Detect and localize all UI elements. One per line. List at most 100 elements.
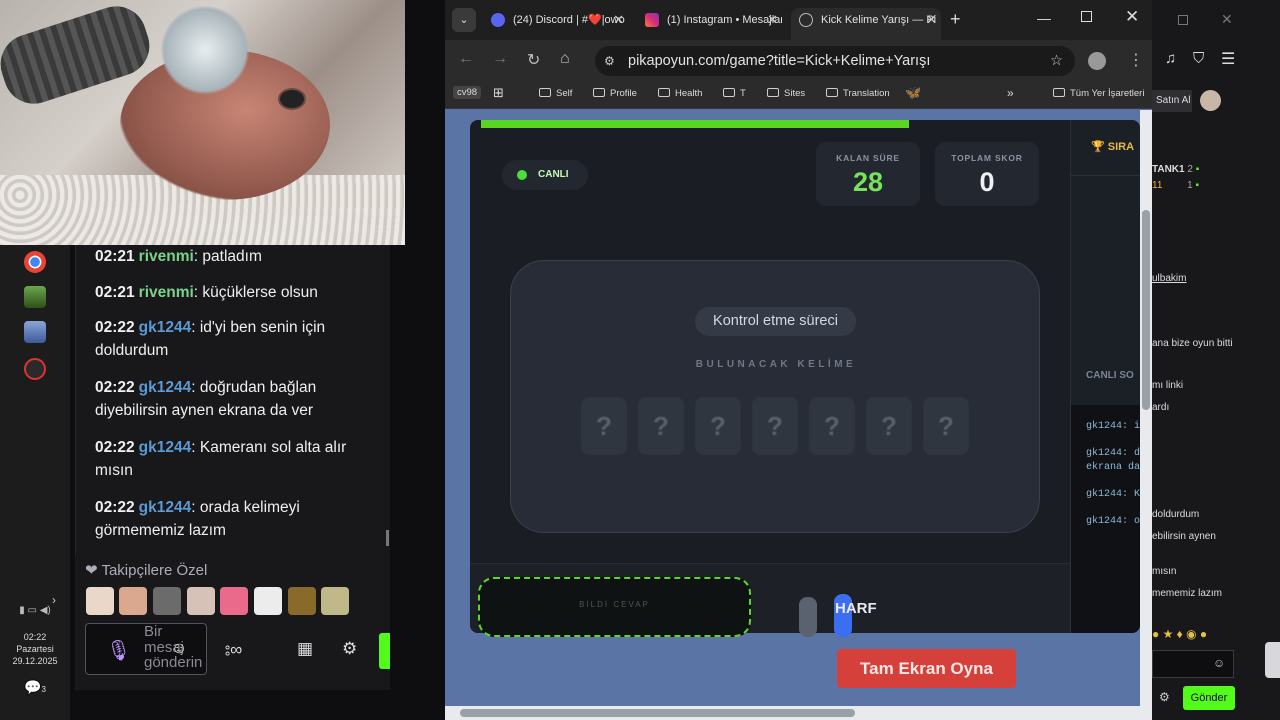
chat-message: 02:22 gk1244: doğrudan bağlan diyebilirsi…	[95, 379, 317, 419]
timer-progress-bar	[481, 120, 909, 128]
maximize-button[interactable]	[1178, 15, 1188, 25]
forward-icon[interactable]: →	[492, 50, 508, 68]
emote[interactable]	[187, 587, 215, 615]
bookmark-folder[interactable]: Sites	[767, 88, 805, 99]
new-tab-button[interactable]: +	[950, 9, 961, 30]
vertical-scrollbar[interactable]	[1140, 110, 1152, 708]
close-icon[interactable]: ✕	[613, 8, 624, 32]
harf-label: HARF	[835, 600, 877, 617]
chat-username[interactable]: rivenmi	[139, 248, 194, 265]
chevron-right-icon[interactable]: ›	[52, 593, 56, 607]
clock-time[interactable]: 02:22	[0, 631, 70, 643]
close-icon[interactable]: ✕	[926, 8, 937, 32]
chat-username[interactable]: rivenmi	[139, 284, 194, 301]
tab-search-button[interactable]: ⌄	[452, 8, 476, 32]
discord-icon	[491, 13, 505, 27]
scroll-thumb[interactable]	[1142, 210, 1150, 410]
more-bookmarks-icon[interactable]: »	[1007, 86, 1014, 100]
emote-row[interactable]: ● ★ ♦ ◉ ●	[1152, 627, 1207, 641]
trophy-icon: 🏆	[1091, 141, 1105, 153]
emote[interactable]	[119, 587, 147, 615]
gear-icon[interactable]: ⚙	[1159, 690, 1170, 704]
app-icon[interactable]	[24, 321, 46, 343]
star-icon[interactable]: ☆	[1050, 46, 1063, 76]
tray-icons[interactable]: ▮ ▭ ◀)	[0, 605, 70, 617]
emote[interactable]	[321, 587, 349, 615]
site-info-icon[interactable]: ⚙	[604, 46, 615, 76]
bookmark-folder[interactable]: Health	[658, 88, 702, 99]
send-button[interactable]	[379, 633, 390, 669]
address-bar[interactable]: ⚙ pikapoyun.com/game?title=Kick+Kelime+Ya…	[595, 46, 1075, 76]
scroll-thumb[interactable]	[460, 709, 855, 717]
back-icon[interactable]: ←	[458, 50, 474, 68]
link-text[interactable]: ulbakim	[1152, 273, 1186, 284]
emote[interactable]	[220, 587, 248, 615]
maximize-button[interactable]	[1081, 11, 1092, 22]
chat-snippet: ardı	[1152, 402, 1170, 413]
horizontal-scrollbar[interactable]	[445, 706, 1152, 720]
obs-icon[interactable]	[24, 358, 46, 380]
chat-username[interactable]: gk1244	[139, 439, 192, 456]
bookmark[interactable]: cv98	[453, 86, 482, 99]
minimize-button[interactable]: —	[1037, 10, 1051, 26]
side-handle-icon[interactable]	[1265, 642, 1280, 678]
bluesky-icon[interactable]: 🦋	[905, 85, 921, 101]
shield-icon[interactable]: ⛉	[1193, 50, 1204, 67]
webcam-feed	[0, 0, 405, 245]
chat-snippet: mısın	[1152, 566, 1177, 577]
hamburger-icon[interactable]: ☰	[1221, 49, 1235, 69]
emote[interactable]	[86, 587, 114, 615]
avatar[interactable]	[1088, 52, 1106, 70]
buy-button[interactable]: Satın Al	[1152, 90, 1192, 112]
taskbar: ▮ ▭ ◀) 02:22 Pazartesi 29.12.2025 💬3	[0, 245, 70, 720]
chat-message: 02:22 gk1244: Kameranı sol alta alır mısı…	[95, 439, 347, 479]
background-window: ✕ ♫ ⛉ ☰ Satın Al TANK1 2 ▪ 11 1 ▪ ulbaki…	[1152, 0, 1280, 720]
tab-instagram[interactable]: (1) Instagram • Mesajlar ✕	[637, 8, 782, 40]
close-icon[interactable]: ✕	[1221, 11, 1233, 28]
letter-tile: ?	[638, 397, 684, 455]
window-close-button[interactable]: ✕	[1125, 7, 1139, 27]
live-badge: CANLI	[502, 160, 588, 190]
emote[interactable]	[254, 587, 282, 615]
emoji-icon[interactable]: ☺	[171, 640, 187, 658]
bookmarks-bar: cv98 ⊞ Self Profile Health T Sites Trans…	[445, 82, 1152, 109]
total-score-card: TOPLAM SKOR 0	[935, 142, 1039, 206]
store-icon[interactable]: ▦	[297, 639, 313, 659]
apps-icon[interactable]: ⊞	[493, 85, 504, 101]
bookmark-folder[interactable]: Tüm Yer İşaretleri	[1053, 88, 1144, 99]
reload-icon[interactable]: ↻	[527, 50, 540, 70]
notification-icon[interactable]: 💬3	[0, 680, 70, 696]
chrome-icon[interactable]	[24, 251, 46, 273]
home-icon[interactable]: ⌂	[560, 50, 570, 68]
close-icon[interactable]: ✕	[767, 8, 778, 32]
chat-username[interactable]: gk1244	[139, 499, 192, 516]
emote[interactable]	[288, 587, 316, 615]
tab-active[interactable]: Kick Kelime Yarışı — Pi ✕	[791, 8, 941, 40]
chat-input[interactable]: 🎙 Bir mesaj gönderin	[85, 623, 207, 675]
chat-scrollbar[interactable]	[386, 530, 389, 546]
gear-icon[interactable]: ⚙	[342, 639, 357, 659]
send-button[interactable]: Gönder	[1183, 686, 1235, 710]
remaining-time-card: KALAN SÜRE 28	[816, 142, 920, 206]
tab-strip: ⌄ (24) Discord | #❤️|owo ✕ (1) Instagram …	[445, 0, 1152, 40]
game-panel: CANLI KALAN SÜRE 28 TOPLAM SKOR 0 🏆 SIRA…	[470, 120, 1140, 633]
chat-username[interactable]: gk1244	[139, 319, 192, 336]
points-icon[interactable]: ⦂∞	[225, 640, 242, 660]
bookmark-folder[interactable]: T	[723, 88, 746, 99]
globe-icon	[799, 13, 813, 27]
chat-username[interactable]: gk1244	[139, 379, 192, 396]
music-icon[interactable]: ♫	[1165, 50, 1176, 67]
tab-discord[interactable]: (24) Discord | #❤️|owo ✕	[483, 8, 628, 40]
microphone-icon[interactable]: 🎙	[106, 638, 131, 663]
avatar[interactable]	[1200, 90, 1221, 111]
bookmark-folder[interactable]: Profile	[593, 88, 637, 99]
system-tray: ▮ ▭ ◀) 02:22 Pazartesi 29.12.2025 💬3	[0, 605, 70, 696]
app-icon[interactable]	[24, 286, 46, 308]
chat-input[interactable]: ☺	[1152, 650, 1234, 678]
bookmark-folder[interactable]: Self	[539, 88, 572, 99]
fullscreen-play-button[interactable]: Tam Ekran Oyna	[837, 649, 1016, 688]
menu-icon[interactable]: ⋮	[1128, 50, 1144, 70]
chat-input-area: ❤ Takipçilere Özel › 🎙 Bir mesaj gönderi…	[52, 555, 390, 690]
bookmark-folder[interactable]: Translation	[826, 88, 890, 99]
emote[interactable]	[153, 587, 181, 615]
